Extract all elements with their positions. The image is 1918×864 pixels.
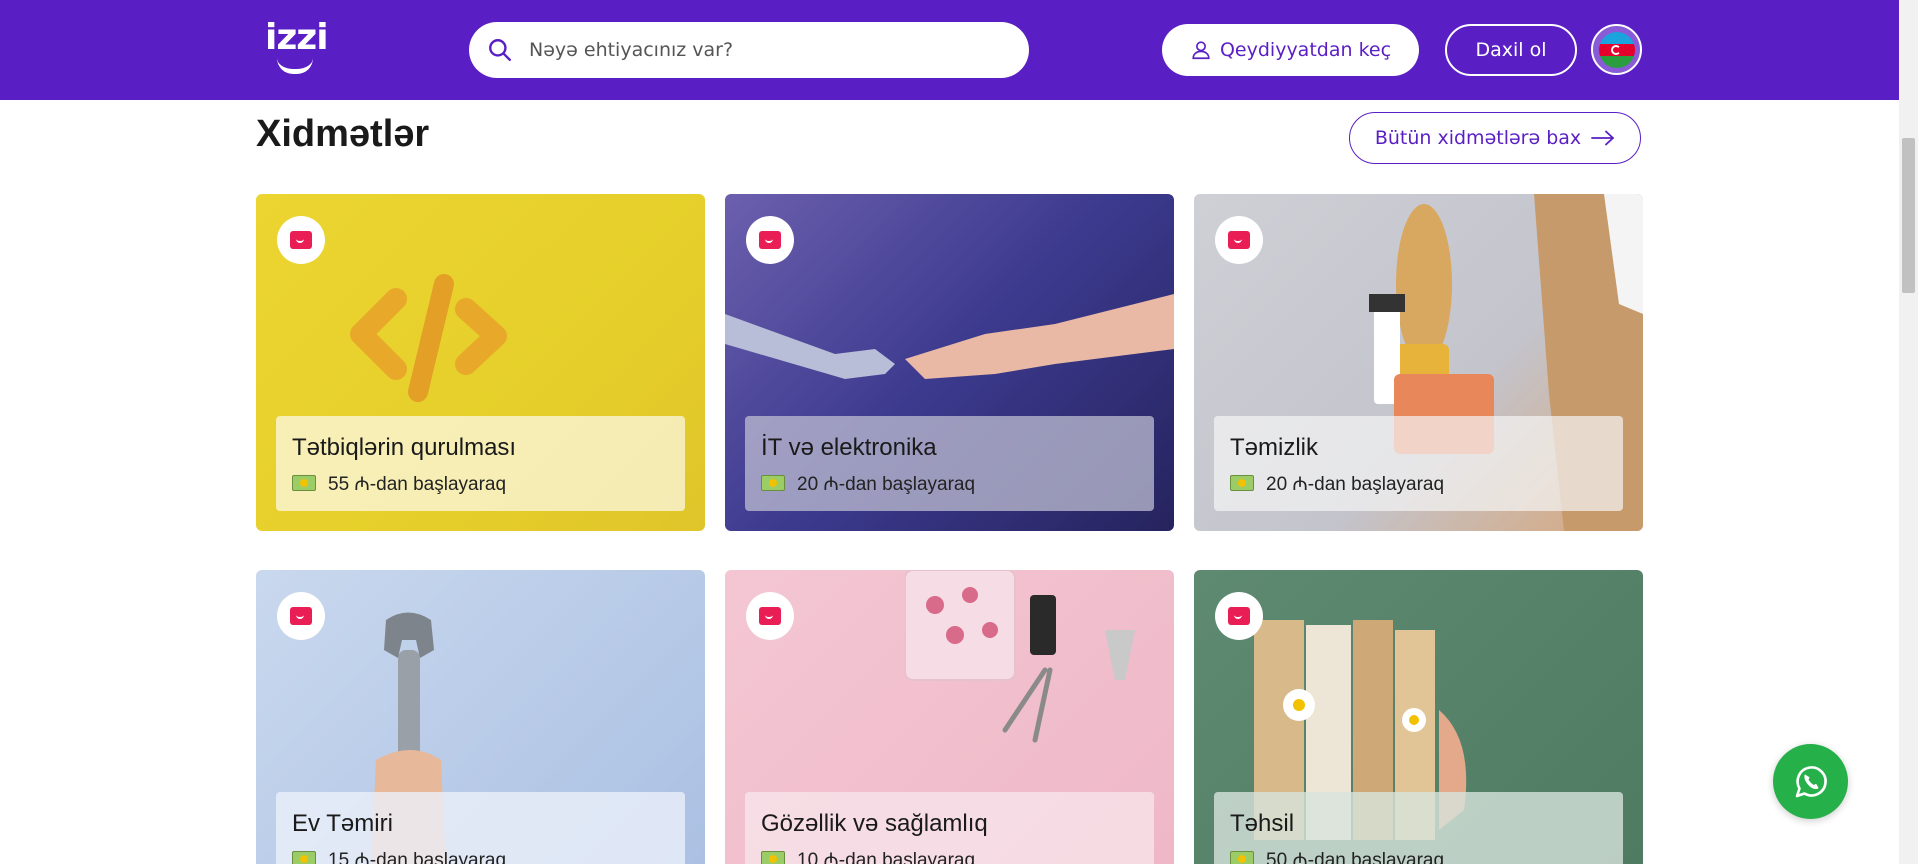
- price-text: 10 ₼-dan başlayaraq: [797, 850, 976, 864]
- izzi-badge-icon: [746, 216, 794, 264]
- service-info: Gözəllik və sağlamlıq 10 ₼-dan başlayara…: [745, 792, 1154, 864]
- service-card[interactable]: İT və elektronika 20 ₼-dan başlayaraq: [725, 194, 1174, 531]
- money-icon: [1230, 475, 1254, 491]
- user-icon: [1192, 41, 1210, 60]
- izzi-badge-icon: [746, 592, 794, 640]
- price-text: 55 ₼-dan başlayaraq: [328, 474, 507, 495]
- see-all-services-button[interactable]: Bütün xidmətlərə bax: [1349, 112, 1641, 164]
- price-text: 50 ₼-dan başlayaraq: [1266, 850, 1445, 864]
- search-input[interactable]: [529, 39, 989, 61]
- price-text: 20 ₼-dan başlayaraq: [797, 474, 976, 495]
- arrow-right-icon: [1591, 130, 1615, 146]
- code-brackets-illustration: [350, 274, 507, 402]
- money-icon: [292, 851, 316, 864]
- login-button[interactable]: Daxil ol: [1445, 24, 1577, 76]
- azerbaijan-flag-icon: [1598, 31, 1635, 68]
- service-name: Təhsil: [1230, 810, 1295, 837]
- service-price: 10 ₼-dan başlayaraq: [761, 846, 1138, 864]
- price-text: 20 ₼-dan başlayaraq: [1266, 474, 1445, 495]
- izzi-badge-icon: [277, 216, 325, 264]
- service-price: 20 ₼-dan başlayaraq: [1230, 470, 1607, 496]
- page: izzi Qeydiyyatdan keç Daxil ol Xidmətlər: [0, 0, 1918, 864]
- see-all-label: Bütün xidmətlərə bax: [1374, 127, 1582, 149]
- page-scrollbar[interactable]: [1899, 0, 1918, 864]
- whatsapp-icon: [1795, 765, 1827, 797]
- service-info: Tətbiqlərin qurulması 55 ₼-dan başlayara…: [276, 416, 685, 511]
- money-icon: [761, 475, 785, 491]
- service-name: Tətbiqlərin qurulması: [292, 434, 517, 461]
- service-card[interactable]: Gözəllik və sağlamlıq 10 ₼-dan başlayara…: [725, 570, 1174, 864]
- handshake-illustration: [725, 294, 1174, 379]
- service-price: 15 ₼-dan başlayaraq: [292, 846, 669, 864]
- service-card[interactable]: Təhsil 50 ₼-dan başlayaraq: [1194, 570, 1643, 864]
- service-price: 20 ₼-dan başlayaraq: [761, 470, 1138, 496]
- service-info: Təhsil 50 ₼-dan başlayaraq: [1214, 792, 1623, 864]
- izzi-badge-icon: [1215, 592, 1263, 640]
- service-price: 50 ₼-dan başlayaraq: [1230, 846, 1607, 864]
- register-button[interactable]: Qeydiyyatdan keç: [1162, 24, 1419, 76]
- service-price: 55 ₼-dan başlayaraq: [292, 470, 669, 496]
- service-card[interactable]: Ev Təmiri 15 ₼-dan başlayaraq: [256, 570, 705, 864]
- price-text: 15 ₼-dan başlayaraq: [328, 850, 507, 864]
- language-selector[interactable]: [1591, 24, 1642, 75]
- money-icon: [761, 851, 785, 864]
- beauty-tools-illustration: [905, 570, 1135, 743]
- service-name: Ev Təmiri: [292, 810, 393, 837]
- izzi-badge-icon: [277, 592, 325, 640]
- service-name: İT və elektronika: [761, 434, 937, 461]
- search-icon: [489, 39, 511, 61]
- service-name: Gözəllik və sağlamlıq: [761, 810, 988, 837]
- service-info: İT və elektronika 20 ₼-dan başlayaraq: [745, 416, 1154, 511]
- service-card[interactable]: Tətbiqlərin qurulması 55 ₼-dan başlayara…: [256, 194, 705, 531]
- register-label: Qeydiyyatdan keç: [1219, 39, 1392, 61]
- izzi-badge-icon: [1215, 216, 1263, 264]
- service-info: Ev Təmiri 15 ₼-dan başlayaraq: [276, 792, 685, 864]
- search-bar[interactable]: [469, 22, 1029, 78]
- logo-smile: [277, 58, 313, 74]
- logo-text: izzi: [265, 17, 329, 58]
- service-info: Təmizlik 20 ₼-dan başlayaraq: [1214, 416, 1623, 511]
- izzi-logo[interactable]: izzi: [265, 17, 329, 76]
- login-label: Daxil ol: [1475, 39, 1547, 61]
- top-header: izzi Qeydiyyatdan keç Daxil ol: [0, 0, 1899, 100]
- service-name: Təmizlik: [1230, 434, 1318, 461]
- scrollbar-thumb[interactable]: [1902, 138, 1915, 293]
- money-icon: [1230, 851, 1254, 864]
- money-icon: [292, 475, 316, 491]
- section-title: Xidmətlər: [256, 113, 430, 155]
- service-card[interactable]: Təmizlik 20 ₼-dan başlayaraq: [1194, 194, 1643, 531]
- whatsapp-chat-button[interactable]: [1773, 744, 1848, 819]
